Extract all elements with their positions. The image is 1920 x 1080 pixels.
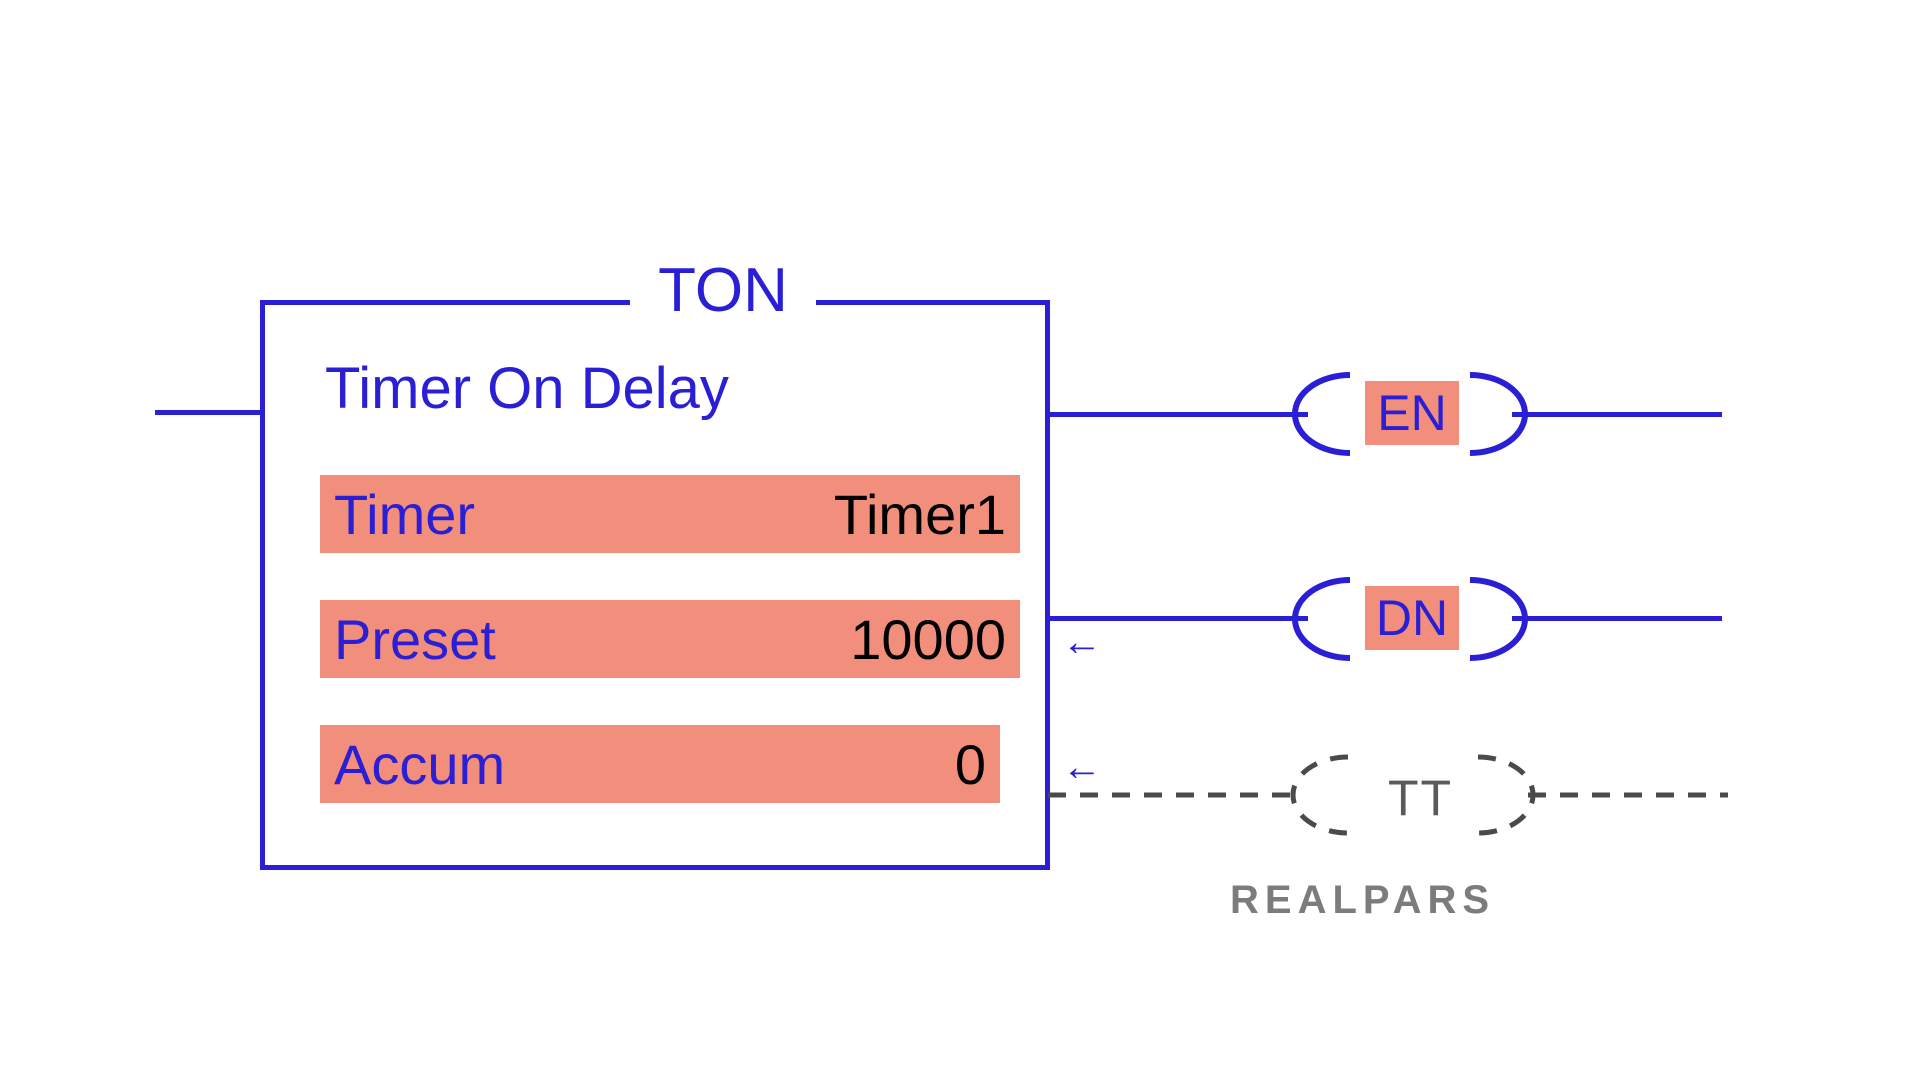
coil-en: EN — [1305, 375, 1515, 453]
row-timer: Timer Timer1 — [320, 475, 1020, 553]
row-timer-value: Timer1 — [834, 482, 1006, 547]
block-code: TON — [630, 255, 816, 326]
row-accum-value: 0 — [955, 732, 986, 797]
wire-dn-right — [1512, 616, 1722, 621]
coil-en-label: EN — [1365, 381, 1459, 445]
watermark: REALPARS — [1230, 878, 1495, 923]
wire-input — [155, 410, 260, 415]
coil-tt-label: TT — [1388, 769, 1453, 827]
diagram-stage: TON Timer On Delay Timer Timer1 Preset 1… — [0, 0, 1920, 1080]
coil-tt: TT — [1048, 755, 1728, 835]
row-preset-label: Preset — [334, 607, 496, 672]
wire-dn-left — [1050, 616, 1308, 621]
row-accum: Accum 0 — [320, 725, 1000, 803]
wire-en-left — [1050, 412, 1308, 417]
block-subtitle: Timer On Delay — [325, 355, 729, 422]
row-preset: Preset 10000 — [320, 600, 1020, 678]
row-timer-label: Timer — [334, 482, 475, 547]
coil-dn-label: DN — [1365, 586, 1459, 650]
row-preset-value: 10000 — [850, 607, 1006, 672]
row-accum-label: Accum — [334, 732, 505, 797]
wire-en-right — [1512, 412, 1722, 417]
arrow-preset: ← — [1062, 620, 1102, 665]
coil-dn: DN — [1305, 580, 1515, 658]
